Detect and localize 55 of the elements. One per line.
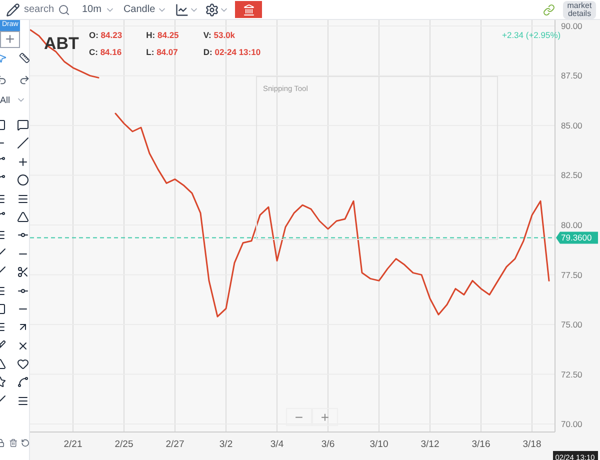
axis-label: 90.00 [561,20,582,31]
quote-field: L: 84.07 [146,46,204,58]
quote-field: C: 84.16 [88,46,146,58]
tool-icon[interactable] [17,340,29,352]
axis-label: 3/16 [472,439,490,450]
axis-label: 3/10 [370,439,388,450]
tool-icon[interactable] [17,192,29,205]
tool-icon[interactable] [17,394,29,407]
axis-label: 3/6 [321,439,335,450]
axis-label: 2/27 [166,439,184,450]
axis-label: 3/12 [420,439,440,450]
trash-icon[interactable] [8,438,18,448]
reset-icon[interactable] [21,438,30,448]
axis-label: 85.00 [561,120,582,130]
chart-icon[interactable] [175,2,190,16]
quote-field: O: 84.23 [88,29,146,42]
tool-icon[interactable] [17,376,29,388]
redo-icon[interactable] [19,74,30,86]
quote-field: V: 53.0k [203,29,261,42]
tool-icon[interactable] [17,210,29,223]
quote-field: D: 02-24 13:10 [203,46,261,58]
market-details-button[interactable]: market details [563,0,596,18]
pencil-icon[interactable] [6,2,20,16]
price-change: +2.34 (+2.95%) [502,30,561,42]
axis-label: 80.00 [561,220,582,230]
axis-label: 77.50 [561,270,582,280]
filter-dropdown[interactable]: All [0,94,26,107]
tool-icon[interactable] [17,156,29,168]
axis-label: 70.00 [561,419,582,430]
tool-icon[interactable] [17,137,29,150]
axis-label: 87.50 [561,70,582,81]
search-icon[interactable] [58,4,70,16]
axis-label: 3/4 [270,439,284,450]
axis-label: 3/18 [522,439,542,450]
tool-icon[interactable] [17,358,29,370]
axis-label: 75.00 [561,320,582,330]
crosshair-button[interactable] [0,30,20,48]
axis-label: 82.50 [561,170,582,180]
axis-label: 2/25 [114,439,134,450]
chart-type-dropdown[interactable]: Candle [123,2,168,17]
axis-label: 72.50 [561,369,582,380]
tool-icon[interactable] [17,119,29,131]
interval-dropdown[interactable]: 10m [82,2,116,17]
quote-field: H: 84.25 [146,29,204,42]
settings-icon[interactable] [205,2,220,16]
tool-icon[interactable] [17,266,29,278]
last-price-tag: 79.3600 [556,232,598,244]
ruler-icon[interactable] [19,52,30,64]
tool-icon[interactable] [17,174,29,186]
symbol-label: ABT [43,33,80,55]
crosshair-icon [4,33,16,45]
bank-button[interactable] [235,1,262,18]
bank-icon [242,4,255,16]
axis-label: 3/2 [219,439,233,450]
axis-label: 2/21 [64,439,82,450]
